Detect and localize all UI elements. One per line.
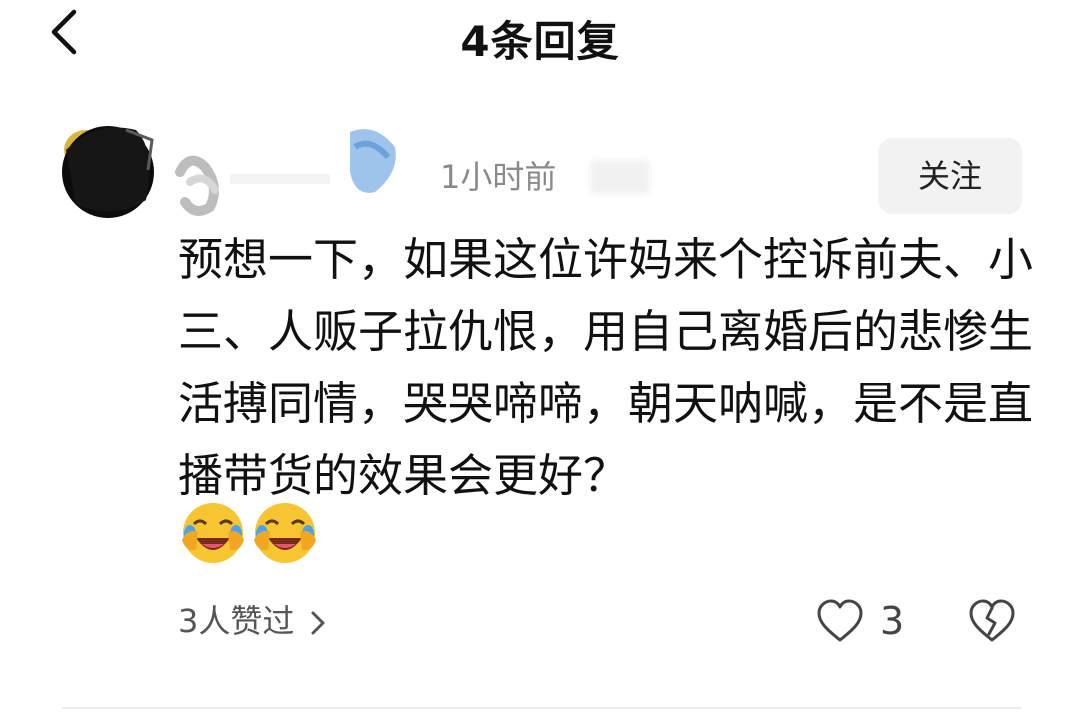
likers-label: 3人赞过 xyxy=(178,602,295,640)
avatar[interactable] xyxy=(56,110,162,224)
page-title: 4条回复 xyxy=(460,17,620,66)
divider xyxy=(62,707,1022,709)
redacted-blur xyxy=(590,160,650,194)
like-count: 3 xyxy=(880,599,905,643)
username-redacted[interactable] xyxy=(160,112,410,222)
comment-timestamp: 1小时前 xyxy=(440,158,557,196)
emoji-row xyxy=(180,500,324,566)
follow-button[interactable]: 关注 xyxy=(878,138,1022,214)
chevron-right-icon xyxy=(308,608,328,638)
broken-heart-icon[interactable] xyxy=(968,598,1016,644)
header-bar: 4条回复 xyxy=(0,0,1080,72)
laughing-crying-emoji-icon xyxy=(180,500,246,566)
likers-link[interactable]: 3人赞过 xyxy=(178,598,328,644)
laughing-crying-emoji-icon xyxy=(252,500,318,566)
heart-outline-icon xyxy=(816,598,864,644)
comment-body: 预想一下，如果这位许妈来个控诉前夫、小三、人贩子拉仇恨，用自己离婚后的悲惨生活搏… xyxy=(178,233,1034,502)
